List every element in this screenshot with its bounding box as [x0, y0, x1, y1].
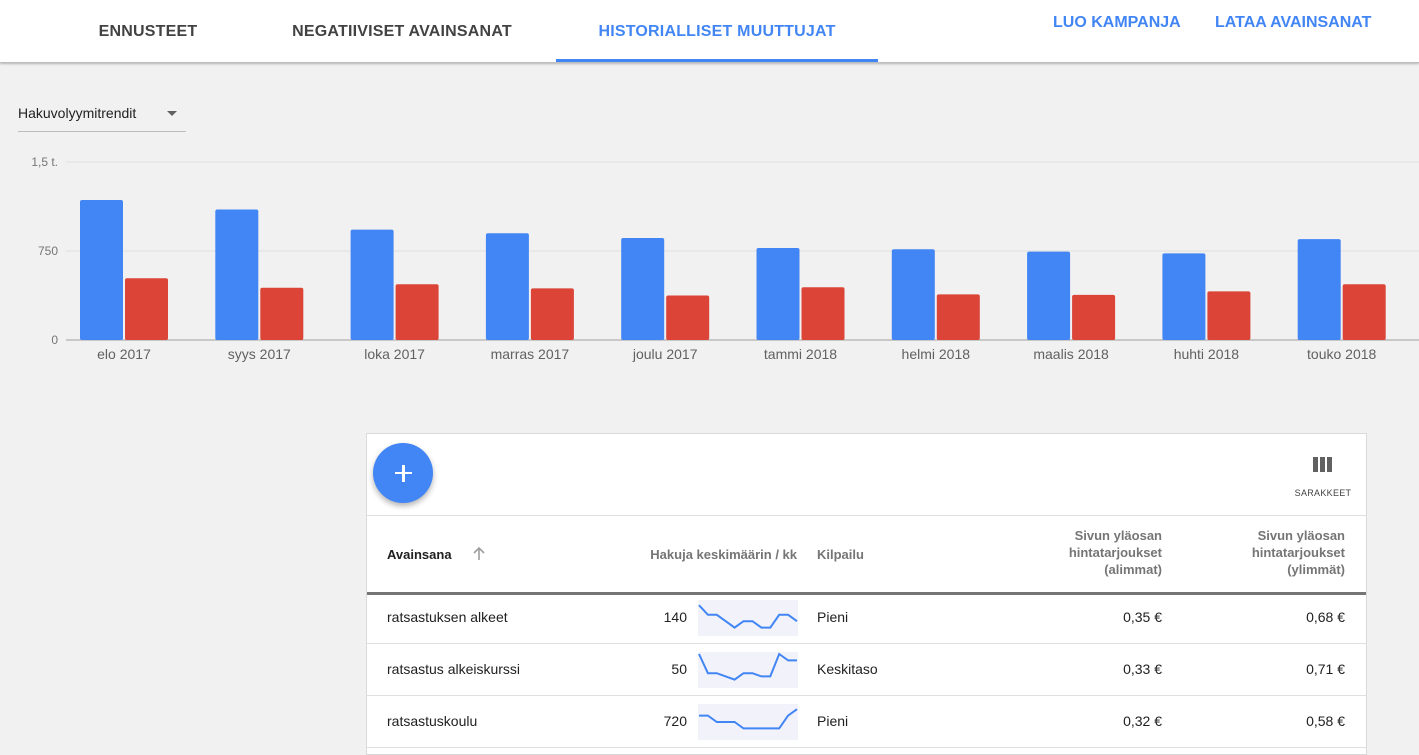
- header-bid-high-line: hintatarjoukset: [1251, 545, 1345, 560]
- tab-forecasts[interactable]: ENNUSTEET: [98, 0, 198, 62]
- download-keywords-link[interactable]: LATAA AVAINSANAT: [1215, 0, 1371, 46]
- search-volume-chart: 0 750 1,5 t. elo 2017 syys 2017 loka 2017 marr…: [31, 155, 1419, 362]
- plus-icon-vertical: [402, 465, 405, 482]
- columns-icon-bar: [1313, 457, 1318, 472]
- bar-series-2: [530, 288, 574, 340]
- bar-series-1: [485, 233, 529, 340]
- avg-searches-cell: 50: [671, 661, 687, 677]
- competition-cell: Keskitaso: [817, 661, 878, 677]
- header-top-of-page-bid-high[interactable]: Sivun yläosan hintatarjoukset (ylimmät): [1167, 527, 1345, 578]
- bar-series-2: [1072, 294, 1116, 340]
- bar-series-2: [260, 287, 304, 340]
- bar-series-1: [215, 209, 259, 340]
- create-campaign-link[interactable]: LUO KAMPANJA: [1053, 0, 1181, 46]
- metric-dropdown[interactable]: Hakuvolyymitrendit: [18, 96, 186, 132]
- competition-cell: Pieni: [817, 713, 849, 729]
- bar-series-1: [80, 199, 123, 340]
- x-category-label: tammi 2018: [764, 346, 837, 362]
- bid-low-cell: 0,32 €: [1123, 713, 1162, 729]
- bar-series-1: [350, 229, 394, 340]
- bid-high-cell: 0,58 €: [1306, 713, 1345, 729]
- header-top-of-page-bid-low[interactable]: Sivun yläosan hintatarjoukset (alimmat): [987, 527, 1162, 578]
- header-keyword[interactable]: Avainsana: [387, 546, 452, 563]
- x-category-label: maalis 2018: [1033, 346, 1109, 362]
- bar-series-1: [621, 237, 665, 340]
- x-category-label: huhti 2018: [1174, 346, 1240, 362]
- bid-low-cell: 0,33 €: [1123, 661, 1162, 677]
- bid-high-cell: 0,71 €: [1306, 661, 1345, 677]
- columns-icon-bar: [1327, 457, 1332, 472]
- header-bid-high-line: Sivun yläosan: [1257, 528, 1345, 543]
- avg-searches-cell: 720: [663, 713, 687, 729]
- table-row[interactable]: ratsastuksen alkeet 140 Pieni 0,35 € 0,6…: [367, 592, 1366, 644]
- bar-series-2: [936, 294, 980, 340]
- bid-low-cell: 0,35 €: [1123, 609, 1162, 625]
- x-category-label: loka 2017: [364, 346, 425, 362]
- x-category-label: touko 2018: [1307, 346, 1376, 362]
- trend-sparkline: [699, 708, 798, 730]
- add-keyword-button[interactable]: [373, 443, 433, 503]
- dropdown-arrow-icon: [167, 111, 177, 116]
- table-header: Avainsana Hakuja keskimäärin / kk Kilpai…: [367, 515, 1366, 595]
- x-category-label: elo 2017: [97, 346, 151, 362]
- bar-series-1: [1027, 251, 1071, 340]
- bar-series-1: [891, 249, 935, 340]
- columns-button[interactable]: SARAKKEET: [1283, 454, 1355, 500]
- bar-series-2: [125, 278, 168, 340]
- keyword-cell: ratsastuskoulu: [387, 713, 478, 729]
- sparkline-line: [698, 652, 797, 681]
- top-tab-bar: ENNUSTEET NEGATIIVISET AVAINSANAT HISTOR…: [0, 0, 1419, 63]
- header-bid-low-line: Sivun yläosan: [1074, 528, 1162, 543]
- x-category-label: marras 2017: [491, 346, 570, 362]
- keyword-cell: ratsastuksen alkeet: [387, 609, 508, 625]
- x-category-label: helmi 2018: [902, 346, 971, 362]
- columns-icon-bar: [1320, 457, 1325, 472]
- y-tick-label: 750: [38, 244, 58, 258]
- bar-series-1: [1297, 239, 1341, 340]
- keyword-table-card: SARAKKEET Avainsana Hakuja keskimäärin /…: [366, 433, 1367, 755]
- keyword-cell: ratsastus alkeiskurssi: [387, 661, 521, 677]
- table-row[interactable]: ratsastus alkeiskurssi 50 Keskitaso 0,33…: [367, 644, 1366, 696]
- trend-sparkline: [698, 652, 797, 681]
- header-avg-monthly-searches[interactable]: Hakuja keskimäärin / kk: [617, 546, 797, 563]
- sparkline-line: [698, 604, 798, 629]
- columns-button-label: SARAKKEET: [1294, 488, 1352, 498]
- bar-series-1: [1162, 253, 1206, 340]
- sort-ascending-icon[interactable]: [472, 546, 486, 561]
- sparkline-line: [699, 708, 798, 730]
- y-tick-label: 1,5 t.: [31, 155, 58, 169]
- header-competition[interactable]: Kilpailu: [817, 546, 864, 563]
- bar-series-2: [1207, 291, 1251, 340]
- x-category-label: syys 2017: [228, 346, 291, 362]
- y-tick-label: 0: [51, 333, 58, 347]
- metric-dropdown-value: Hakuvolyymitrendit: [18, 105, 137, 121]
- bid-high-cell: 0,68 €: [1306, 609, 1345, 625]
- table-row[interactable]: ratsastuskoulu 720 Pieni 0,32 € 0,58 €: [367, 696, 1366, 748]
- competition-cell: Pieni: [817, 609, 849, 625]
- active-tab-indicator: [556, 59, 878, 62]
- tab-negative-keywords[interactable]: NEGATIIVISET AVAINSANAT: [288, 0, 516, 62]
- bar-series-2: [395, 284, 439, 340]
- header-bid-high-line: (ylimmät): [1287, 562, 1345, 577]
- columns-icon: [1313, 457, 1333, 472]
- bar-series-2: [1342, 284, 1386, 340]
- header-bid-low-line: hintatarjoukset: [1068, 545, 1162, 560]
- tab-historical-metrics[interactable]: HISTORIALLISET MUUTTUJAT: [556, 0, 878, 62]
- x-category-label: joulu 2017: [632, 346, 698, 362]
- avg-searches-cell: 140: [663, 609, 687, 625]
- bar-series-1: [756, 248, 800, 340]
- bar-series-2: [666, 295, 710, 340]
- bar-series-2: [801, 287, 845, 340]
- trend-sparkline: [698, 604, 798, 629]
- header-bid-low-line: (alimmat): [1104, 562, 1162, 577]
